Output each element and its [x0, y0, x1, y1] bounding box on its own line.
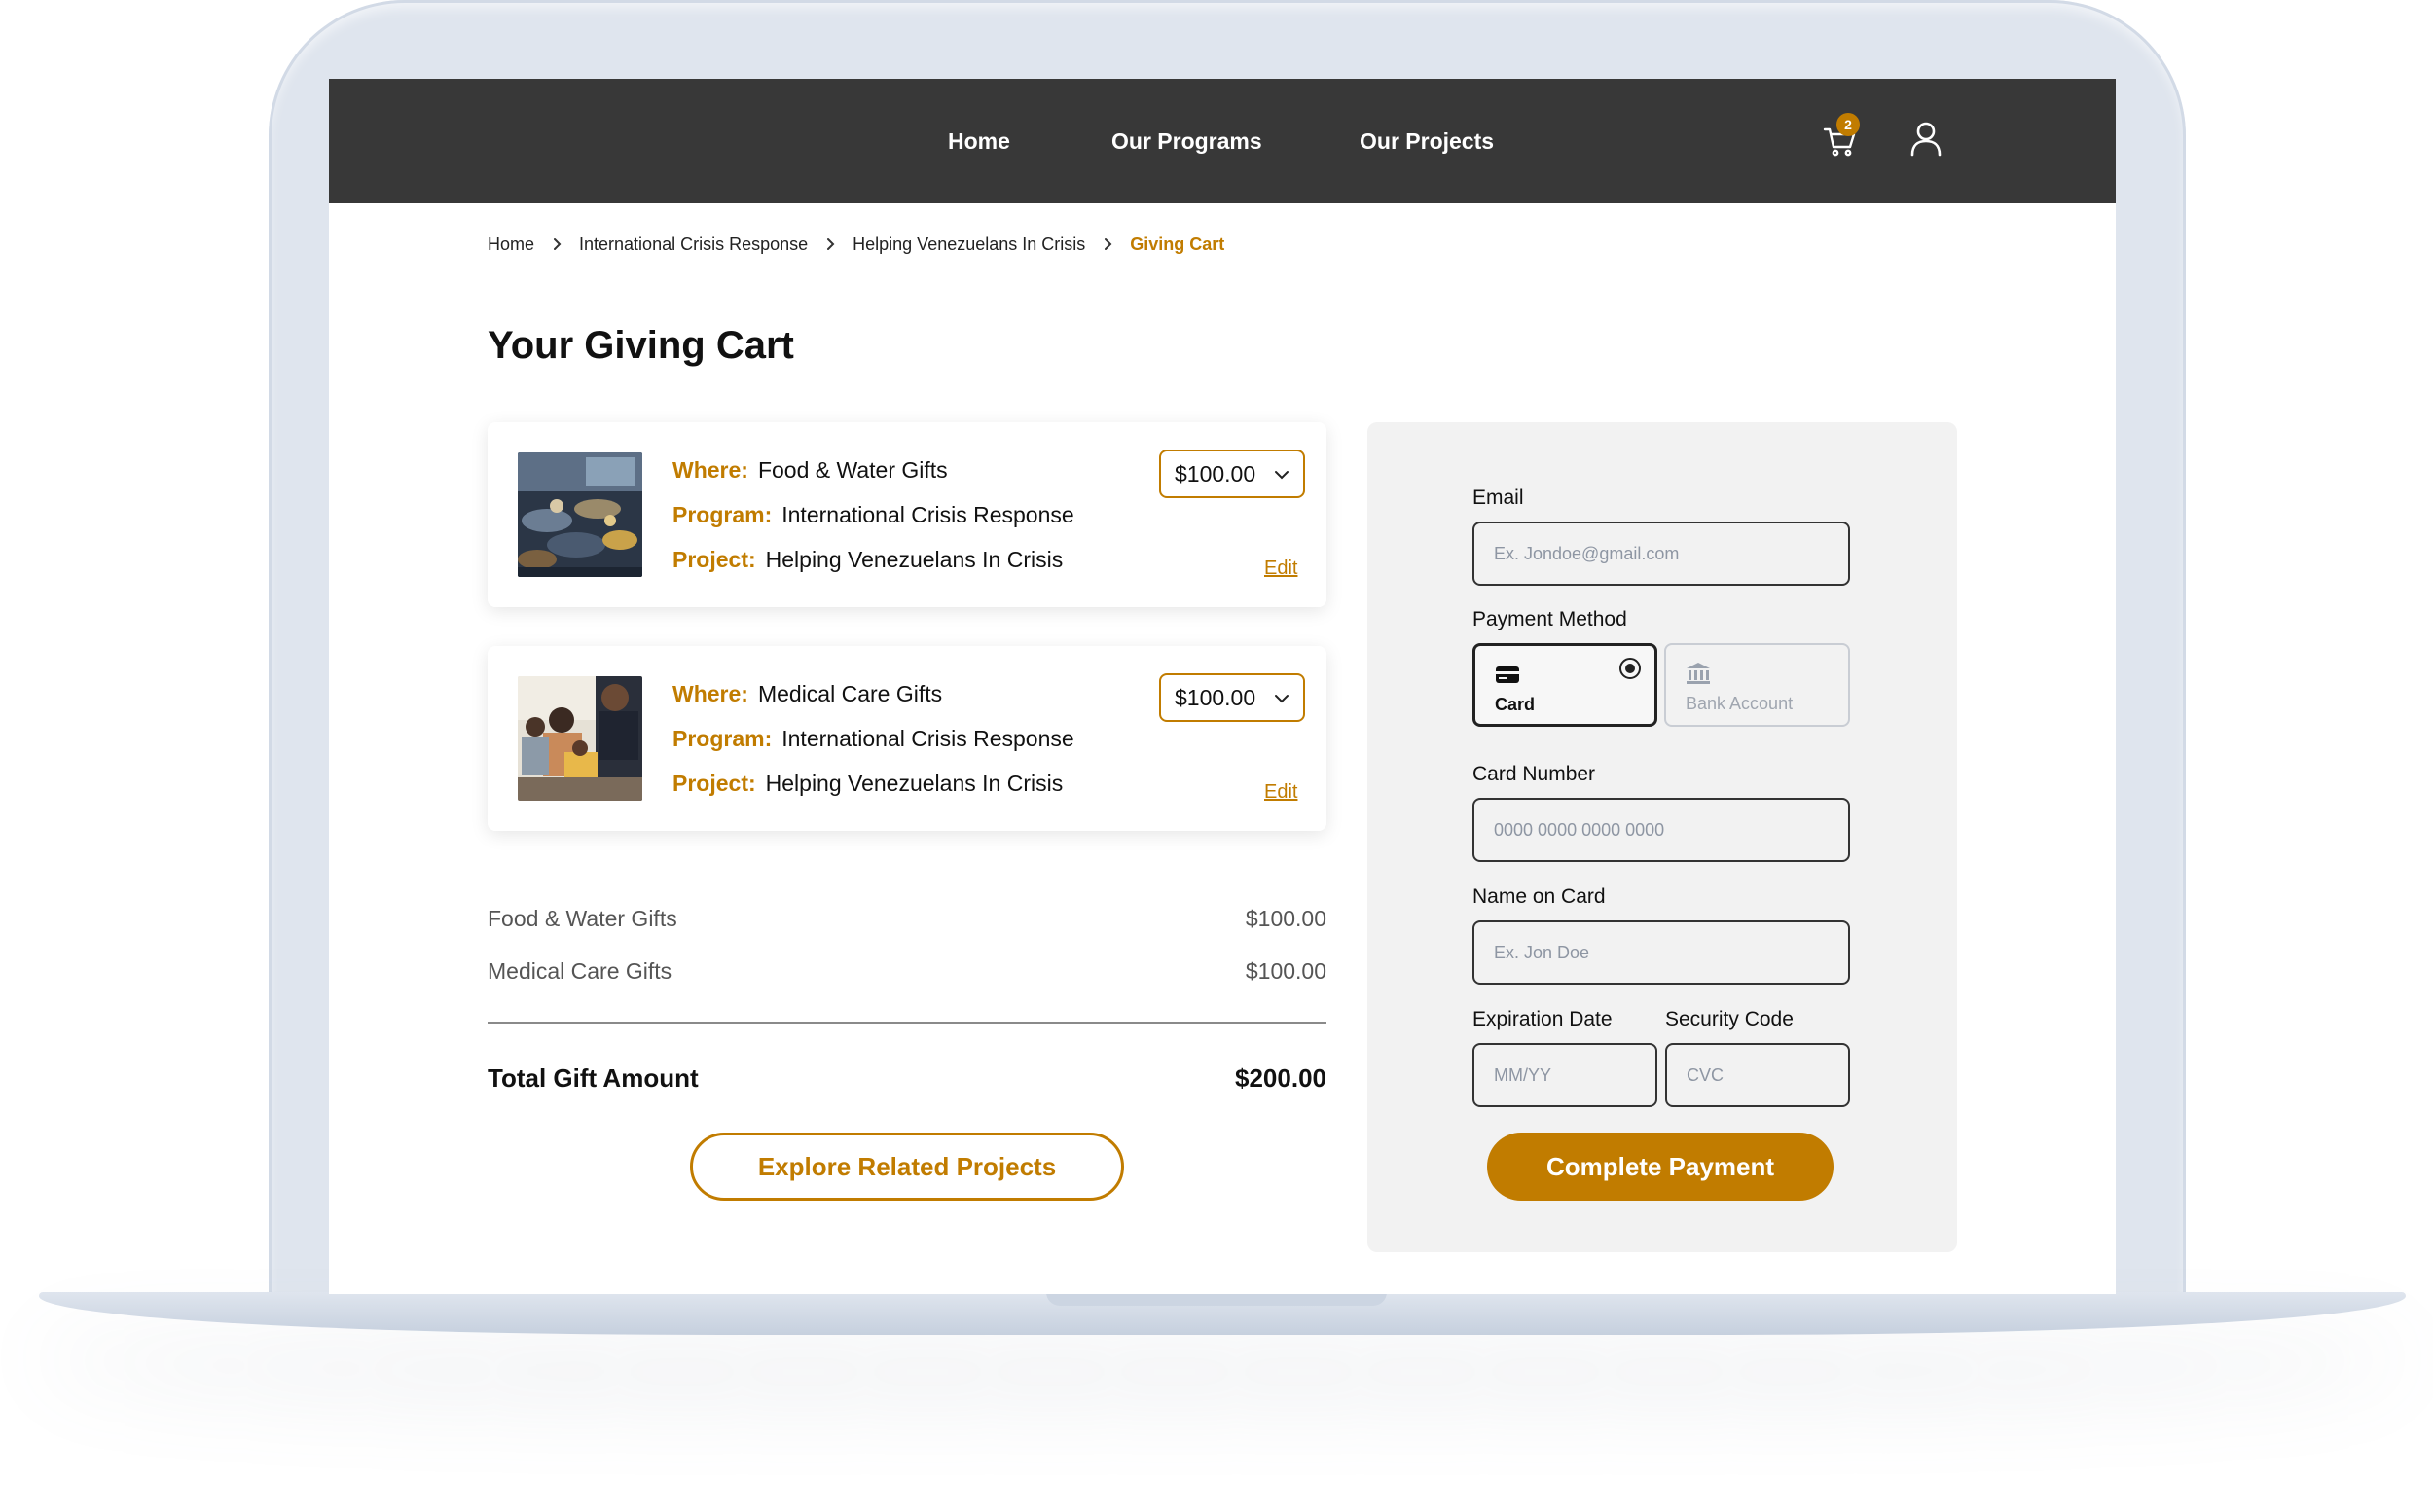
gift-amount-value: $100.00 [1175, 684, 1256, 710]
page-title: Your Giving Cart [488, 324, 794, 367]
chevron-down-icon [1275, 471, 1289, 480]
total-row: Total Gift Amount $200.00 [488, 1063, 1326, 1094]
chevron-right-icon [827, 238, 835, 250]
summary-divider [488, 1022, 1326, 1024]
food-water-gift-photo [518, 452, 642, 577]
security-code-label: Security Code [1665, 1008, 1794, 1030]
where-value: Medical Care Gifts [757, 681, 943, 706]
item-project: Project: Helping Venezuelans In Crisis [672, 771, 1063, 797]
breadcrumb-current: Giving Cart [1130, 234, 1225, 254]
where-value: Food & Water Gifts [757, 457, 948, 483]
expiration-date-input[interactable] [1472, 1043, 1657, 1107]
gift-amount-value: $100.00 [1175, 460, 1256, 486]
breadcrumb: Home International Crisis Response Helpi… [488, 232, 1224, 257]
program-label: Program: [672, 502, 773, 527]
gift-amount-select[interactable]: $100.00 [1159, 673, 1305, 722]
edit-link[interactable]: Edit [1264, 558, 1297, 580]
name-on-card-input[interactable] [1472, 920, 1850, 985]
total-amount: $200.00 [1235, 1063, 1326, 1093]
gift-amount-select[interactable]: $100.00 [1159, 450, 1305, 498]
program-value: International Crisis Response [781, 726, 1074, 751]
bank-icon [1687, 663, 1710, 684]
item-program: Program: International Crisis Response [672, 502, 1074, 528]
cart-item: Where: Medical Care Gifts Program: Interna… [488, 646, 1326, 831]
breadcrumb-item-home[interactable]: Home [488, 234, 534, 255]
email-input[interactable] [1472, 522, 1850, 586]
cart-count-badge: 2 [1836, 113, 1860, 136]
summary-line-label: Medical Care Gifts [488, 958, 672, 984]
nav-home-link[interactable]: Home [948, 79, 1010, 203]
nav-our-programs-link[interactable]: Our Programs [1111, 79, 1262, 203]
project-value: Helping Venezuelans In Crisis [765, 771, 1064, 796]
payment-method-label: Payment Method [1472, 608, 1627, 630]
where-label: Where: [672, 457, 748, 483]
card-radio-selected[interactable] [1619, 658, 1641, 679]
chevron-down-icon [1275, 695, 1289, 703]
payment-panel: Email Payment Method Card Bank Account [1367, 422, 1957, 1252]
where-label: Where: [672, 681, 748, 706]
item-project: Project: Helping Venezuelans In Crisis [672, 547, 1063, 573]
summary-line-amount: $100.00 [1245, 906, 1326, 931]
summary-line-label: Food & Water Gifts [488, 906, 677, 931]
project-label: Project: [672, 547, 756, 572]
payment-method-bank-option[interactable]: Bank Account [1664, 643, 1850, 727]
chevron-right-icon [1105, 238, 1112, 250]
program-label: Program: [672, 726, 773, 751]
nav-our-projects-link[interactable]: Our Projects [1360, 79, 1494, 203]
card-number-input[interactable] [1472, 798, 1850, 862]
item-program: Program: International Crisis Response [672, 726, 1074, 752]
chevron-right-icon [554, 238, 562, 250]
name-on-card-label: Name on Card [1472, 885, 1606, 908]
app-screen: Home Our Programs Our Projects 2 Home In… [329, 79, 2116, 1294]
card-number-label: Card Number [1472, 763, 1596, 785]
breadcrumb-item-project[interactable]: Helping Venezuelans In Crisis [853, 234, 1085, 255]
breadcrumb-item-program[interactable]: International Crisis Response [579, 234, 808, 255]
summary-line-amount: $100.00 [1245, 958, 1326, 984]
item-where: Where: Medical Care Gifts [672, 681, 942, 707]
email-label: Email [1472, 486, 1524, 509]
expiration-date-label: Expiration Date [1472, 1008, 1613, 1030]
total-label: Total Gift Amount [488, 1063, 699, 1093]
project-value: Helping Venezuelans In Crisis [765, 547, 1064, 572]
medical-care-gift-photo [518, 676, 642, 801]
program-value: International Crisis Response [781, 502, 1074, 527]
laptop-notch [1046, 1292, 1387, 1306]
payment-method-card-option[interactable]: Card [1472, 643, 1657, 727]
summary-line: Medical Care Gifts $100.00 [488, 958, 1326, 985]
item-where: Where: Food & Water Gifts [672, 457, 948, 484]
summary-line: Food & Water Gifts $100.00 [488, 906, 1326, 932]
cart-item: Where: Food & Water Gifts Program: Interna… [488, 422, 1326, 607]
credit-card-icon [1496, 666, 1519, 683]
security-code-input[interactable] [1665, 1043, 1850, 1107]
user-icon[interactable] [1908, 120, 1943, 159]
explore-related-projects-button[interactable]: Explore Related Projects [690, 1133, 1124, 1201]
project-label: Project: [672, 771, 756, 796]
edit-link[interactable]: Edit [1264, 781, 1297, 804]
bank-option-label: Bank Account [1686, 694, 1794, 713]
complete-payment-button[interactable]: Complete Payment [1487, 1133, 1834, 1201]
card-option-label: Card [1495, 695, 1536, 714]
